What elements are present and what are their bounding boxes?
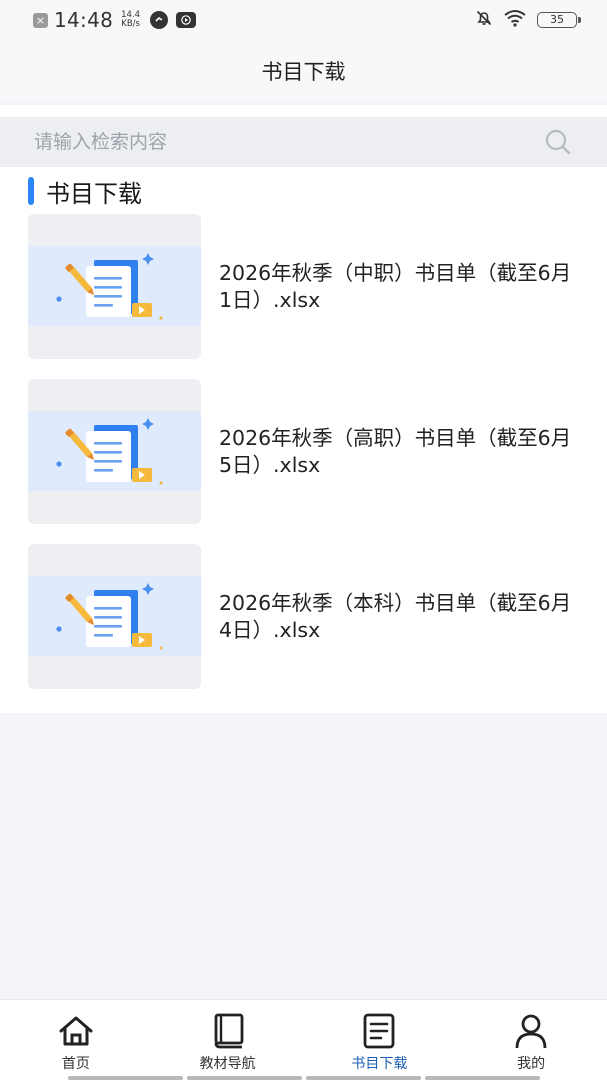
app-notification-icon	[150, 11, 169, 29]
bottom-tab-bar: 首页 教材导航 书目下载 我的	[0, 999, 607, 1080]
document-illustration-icon	[56, 253, 163, 320]
mute-bell-icon	[475, 9, 493, 31]
tab-label: 首页	[61, 1056, 90, 1072]
battery-indicator: 35	[537, 12, 581, 28]
file-thumbnail	[28, 379, 201, 524]
book-icon[interactable]	[209, 1012, 247, 1050]
search-input[interactable]	[34, 131, 543, 153]
video-notification-icon	[176, 12, 197, 28]
file-name[interactable]: 2026年秋季（高职）书目单（截至6月5日）.xlsx	[219, 425, 584, 479]
file-list: 2026年秋季（中职）书目单（截至6月1日）.xlsx 2026年秋季（高职）书…	[28, 214, 588, 709]
document-list-icon[interactable]	[360, 1012, 398, 1050]
nav-header: 书目下载	[0, 40, 607, 102]
home-icon[interactable]	[57, 1012, 95, 1050]
wifi-icon	[503, 9, 527, 31]
file-item[interactable]: 2026年秋季（高职）书目单（截至6月5日）.xlsx	[28, 379, 588, 524]
user-icon[interactable]	[512, 1012, 550, 1050]
home-indicator	[68, 1076, 540, 1080]
section-accent-bar	[28, 177, 34, 205]
file-name[interactable]: 2026年秋季（本科）书目单（截至6月4日）.xlsx	[219, 590, 584, 644]
tab-textbook-nav[interactable]: 教材导航	[152, 1000, 304, 1080]
search-bar[interactable]	[0, 117, 607, 167]
notification-close-icon: ×	[33, 12, 48, 28]
tab-label: 书目下载	[351, 1056, 408, 1072]
tab-booklist-download[interactable]: 书目下载	[304, 1000, 456, 1080]
content-panel: 书目下载	[0, 105, 607, 713]
section-title: 书目下载	[46, 179, 142, 208]
document-illustration-icon	[56, 583, 163, 650]
status-bar: × 14:48 14.4 KB/s 35	[0, 0, 607, 40]
section-header: 书目下载	[28, 175, 142, 208]
tab-label: 我的	[517, 1056, 546, 1072]
file-name[interactable]: 2026年秋季（中职）书目单（截至6月1日）.xlsx	[219, 260, 584, 314]
page-title: 书目下载	[261, 60, 346, 84]
file-item[interactable]: 2026年秋季（中职）书目单（截至6月1日）.xlsx	[28, 214, 588, 359]
tab-profile[interactable]: 我的	[455, 1000, 607, 1080]
status-right: 35	[475, 9, 581, 31]
network-speed: 14.4 KB/s	[121, 11, 140, 29]
file-thumbnail	[28, 214, 201, 359]
status-time: 14:48	[54, 8, 114, 32]
tab-label: 教材导航	[199, 1056, 256, 1072]
file-item[interactable]: 2026年秋季（本科）书目单（截至6月4日）.xlsx	[28, 544, 588, 689]
tab-home[interactable]: 首页	[0, 1000, 152, 1080]
network-speed-unit: KB/s	[121, 19, 140, 29]
file-thumbnail	[28, 544, 201, 689]
search-icon[interactable]	[543, 127, 573, 157]
document-illustration-icon	[56, 418, 163, 485]
status-left: × 14:48 14.4 KB/s	[33, 8, 197, 32]
